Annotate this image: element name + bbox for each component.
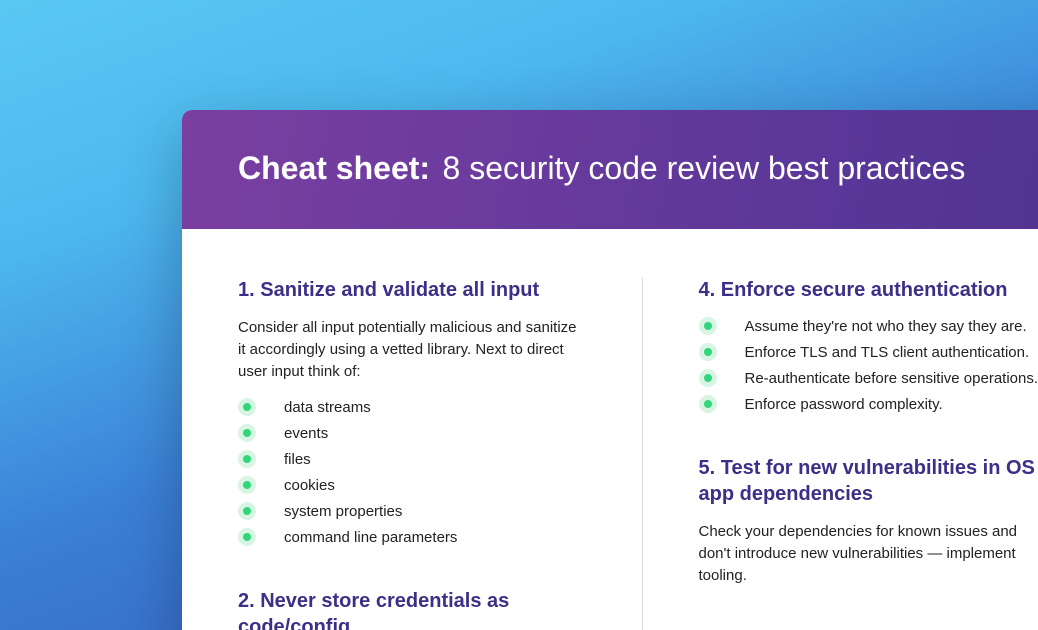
list-item: files [238,450,586,468]
banner-title-strong: Cheat sheet: [238,150,430,186]
column-divider [642,277,643,630]
list-item: system properties [238,502,586,520]
list-item: cookies [238,476,586,494]
list-item-label: Enforce password complexity. [745,396,943,413]
cheat-sheet-card: Cheat sheet: 8 security code review best… [182,110,1038,630]
banner-title-light: 8 security code review best practices [443,150,966,186]
bullet-icon [699,343,717,361]
list-item: Re-authenticate before sensitive operati… [699,369,1038,387]
list-item: Assume they're not who they say they are… [699,317,1038,335]
bullet-icon [238,528,256,546]
list-item: events [238,424,586,442]
list-item: data streams [238,398,586,416]
banner: Cheat sheet: 8 security code review best… [182,110,1038,229]
section-4-list: Assume they're not who they say they are… [699,317,1038,413]
right-column: 4. Enforce secure authentication Assume … [699,277,1038,630]
list-item-label: events [284,425,328,442]
list-item-label: data streams [284,399,371,416]
section-1-list: data streams events files cookies system… [238,398,586,546]
left-column: 1. Sanitize and validate all input Consi… [238,277,586,630]
bullet-icon [238,398,256,416]
list-item: Enforce TLS and TLS client authenticatio… [699,343,1038,361]
list-item-label: files [284,451,311,468]
page-background: Cheat sheet: 8 security code review best… [0,0,1038,630]
section-4-head: 4. Enforce secure authentication [699,277,1038,303]
section-1-para: Consider all input potentially malicious… [238,317,586,382]
list-item-label: Enforce TLS and TLS client authenticatio… [745,344,1030,361]
section-5-head: 5. Test for new vulnerabilities in OS ap… [699,455,1038,507]
bullet-icon [699,317,717,335]
bullet-icon [699,395,717,413]
content-columns: 1. Sanitize and validate all input Consi… [182,229,1038,630]
list-item-label: Assume they're not who they say they are… [745,318,1027,335]
bullet-icon [238,502,256,520]
bullet-icon [238,450,256,468]
list-item-label: Re-authenticate before sensitive operati… [745,370,1038,387]
list-item-label: cookies [284,477,335,494]
bullet-icon [238,476,256,494]
list-item-label: system properties [284,503,402,520]
bullet-icon [699,369,717,387]
bullet-icon [238,424,256,442]
list-item: Enforce password complexity. [699,395,1038,413]
list-item-label: command line parameters [284,529,457,546]
section-5-para: Check your dependencies for known issues… [699,521,1038,586]
section-1-head: 1. Sanitize and validate all input [238,277,586,303]
section-2-head: 2. Never store credentials as code/confi… [238,588,586,630]
list-item: command line parameters [238,528,586,546]
